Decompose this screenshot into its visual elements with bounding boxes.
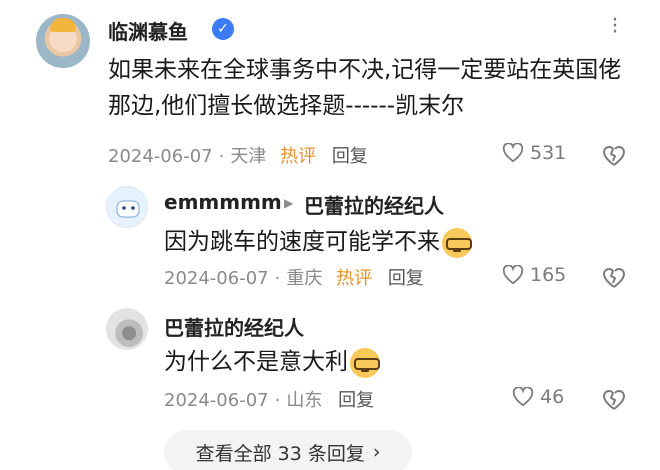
chevron-right-icon: › xyxy=(372,441,381,463)
glasses-emoji-icon xyxy=(350,347,380,378)
dislike-icon[interactable] xyxy=(602,266,626,290)
reply-button[interactable]: 回复 xyxy=(332,146,368,167)
username[interactable]: 临渊慕鱼 xyxy=(108,16,188,45)
verified-badge-icon: ✓ xyxy=(212,18,234,40)
reply-arrow-icon: ▶ xyxy=(284,196,294,210)
dislike-icon[interactable] xyxy=(602,388,626,412)
dog-avatar-icon xyxy=(116,200,140,218)
reply-date: 2024-06-07 xyxy=(164,268,269,289)
reply-meta: 2024-06-07 · 山东 回复 xyxy=(164,390,375,411)
like-button[interactable]: 165 xyxy=(502,264,566,286)
reply-button[interactable]: 回复 xyxy=(338,390,374,411)
heart-icon xyxy=(502,265,524,285)
comment-content: 如果未来在全球事务中不决,记得一定要站在英国佬那边,他们擅长做选择题------… xyxy=(108,57,622,119)
reply-content-row: 因为跳车的速度可能学不来 xyxy=(164,224,604,260)
username[interactable]: 巴蕾拉的经纪人 xyxy=(164,312,304,341)
reply-button[interactable]: 回复 xyxy=(388,268,424,289)
reply-content: 为什么不是意大利 xyxy=(164,349,348,375)
view-all-replies-label: 查看全部 33 条回复 xyxy=(195,442,365,465)
reply-content-row: 为什么不是意大利 xyxy=(164,344,604,380)
like-count: 46 xyxy=(540,386,565,408)
comment-meta: 2024-06-07 · 天津 热评 回复 xyxy=(108,146,368,167)
like-count: 165 xyxy=(530,264,567,286)
more-options-icon[interactable]: · · · xyxy=(604,10,624,44)
dislike-icon[interactable] xyxy=(602,144,626,168)
heart-icon xyxy=(512,387,534,407)
glasses-emoji-icon xyxy=(442,227,472,258)
comment-date: 2024-06-07 xyxy=(108,146,213,167)
username[interactable]: emmmmm xyxy=(164,190,282,214)
avatar[interactable] xyxy=(106,186,148,228)
like-count: 531 xyxy=(530,142,567,164)
hot-label: 热评 xyxy=(336,268,373,289)
reply-meta: 2024-06-07 · 重庆 热评 回复 xyxy=(164,268,424,289)
reply-location: 重庆 xyxy=(286,268,323,289)
like-button[interactable]: 531 xyxy=(502,142,566,164)
view-all-replies-button[interactable]: 查看全部 33 条回复 › xyxy=(164,430,412,470)
avatar[interactable] xyxy=(106,308,148,350)
hot-label: 热评 xyxy=(280,146,317,167)
heart-icon xyxy=(502,143,524,163)
reply-date: 2024-06-07 xyxy=(164,390,269,411)
reply-location: 山东 xyxy=(286,390,323,411)
avatar[interactable] xyxy=(36,14,90,68)
reply-target-name[interactable]: 巴蕾拉的经纪人 xyxy=(304,190,444,219)
reply-content: 因为跳车的速度可能学不来 xyxy=(164,229,440,255)
comment-location: 天津 xyxy=(230,146,267,167)
like-button[interactable]: 46 xyxy=(512,386,564,408)
